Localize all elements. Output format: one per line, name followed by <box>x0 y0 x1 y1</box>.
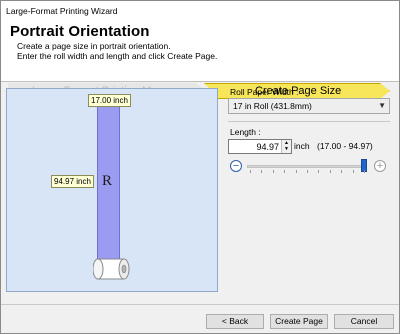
length-slider-row: − + <box>228 158 390 174</box>
length-range: (17.00 - 94.97) <box>317 141 373 151</box>
length-tag: 94.97 inch <box>51 175 94 188</box>
spin-down-icon[interactable]: ▼ <box>282 146 291 152</box>
slider-tick <box>352 170 354 173</box>
decrease-button[interactable]: − <box>230 160 242 172</box>
cancel-button[interactable]: Cancel <box>334 314 394 329</box>
page-preview: R 17.00 inch 94.97 inch <box>6 88 218 292</box>
paper-roll-icon <box>93 258 130 280</box>
slider-tick <box>307 170 308 173</box>
window-title: Large-Format Printing Wizard <box>1 1 399 21</box>
roll-paper-width-select[interactable]: 17 in Roll (431.8mm) ▼ <box>228 98 390 114</box>
back-button[interactable]: < Back <box>206 314 264 329</box>
slider-tick <box>318 170 320 173</box>
orientation-glyph: R <box>102 173 113 189</box>
length-updown[interactable]: ▲ ▼ <box>281 140 291 153</box>
page-title: Portrait Orientation <box>10 23 150 40</box>
roll-paper-width-value: 17 in Roll (431.8mm) <box>233 101 312 111</box>
wizard-window: Large-Format Printing Wizard Portrait Or… <box>0 0 400 334</box>
chevron-down-icon: ▼ <box>378 101 386 110</box>
slider-tick <box>272 170 274 173</box>
slider-tick <box>341 170 343 173</box>
page-description: Create a page size in portrait orientati… <box>17 41 217 61</box>
description-line-2: Enter the roll width and length and clic… <box>17 51 218 61</box>
length-unit: inch <box>294 141 310 151</box>
slider-tick <box>284 170 286 173</box>
slider-tick <box>295 170 297 173</box>
create-page-button[interactable]: Create Page <box>270 314 328 329</box>
roll-paper-width-label: Roll Paper Width : <box>230 87 299 97</box>
length-input[interactable] <box>229 140 281 153</box>
increase-button[interactable]: + <box>374 160 386 172</box>
slider-tick <box>364 170 365 173</box>
length-slider-track[interactable] <box>247 165 367 168</box>
footer-divider <box>1 304 399 305</box>
width-tag: 17.00 inch <box>88 94 131 107</box>
field-separator <box>228 121 390 122</box>
description-line-1: Create a page size in portrait orientati… <box>17 41 171 51</box>
header-panel: Portrait Orientation Create a page size … <box>1 21 399 99</box>
length-label: Length : <box>230 127 261 137</box>
length-spinbox[interactable]: ▲ ▼ <box>228 139 292 154</box>
slider-tick <box>329 170 331 173</box>
slider-tick <box>250 170 251 173</box>
slider-tick <box>261 170 263 173</box>
header-divider <box>1 81 399 82</box>
